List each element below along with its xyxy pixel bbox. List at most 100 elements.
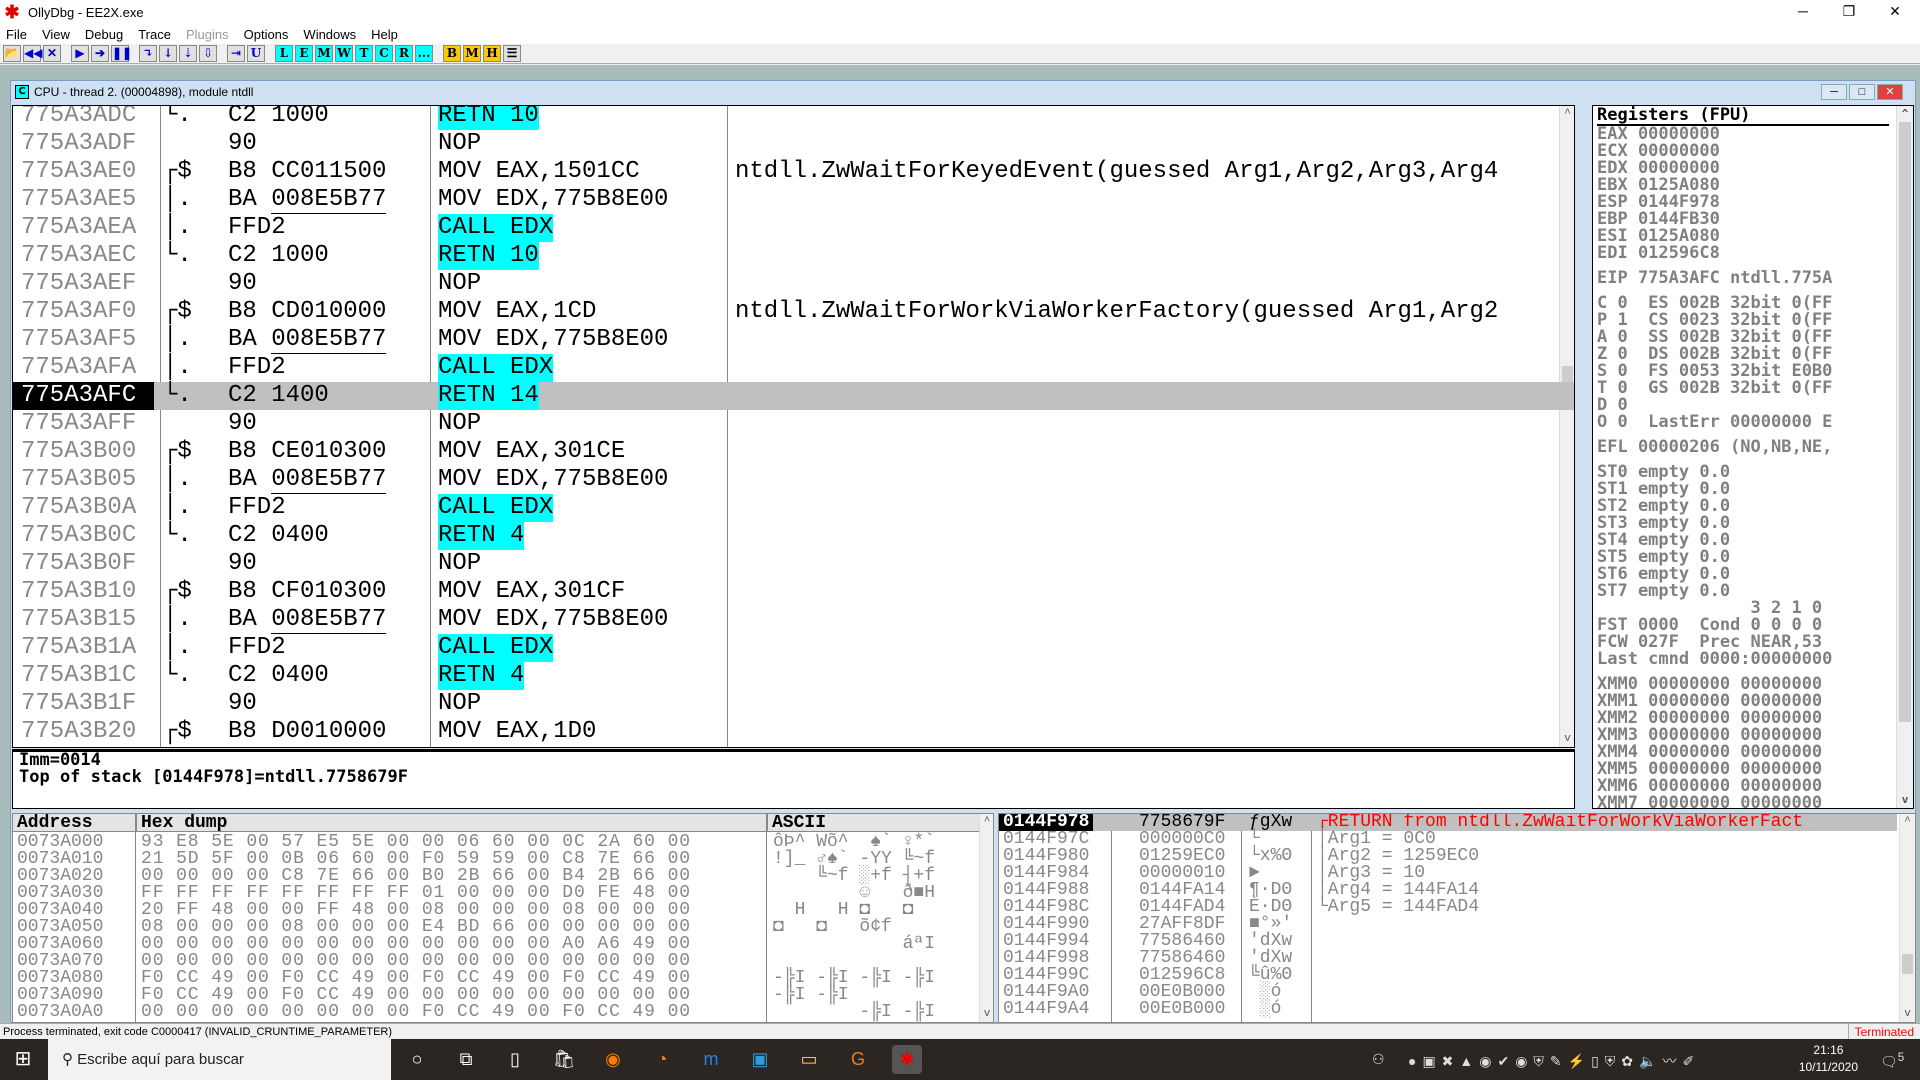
register-line[interactable]: T 0 GS 002B 32bit 0(FF (1597, 380, 1832, 397)
disasm-row[interactable]: 775A3B20 ┌$ B8 D0010000 MOV EAX,1D0 (13, 718, 1574, 746)
window-button-h[interactable]: H (483, 45, 501, 62)
close-button[interactable]: ✕ (1872, 0, 1918, 24)
disasm-row[interactable]: 775A3AFC └. C2 1400 RETN 14 (13, 382, 1574, 410)
window-button-r[interactable]: R (395, 45, 413, 62)
close-button[interactable]: ✕ (43, 45, 61, 62)
task-view-icon[interactable]: ⧉ (451, 1045, 481, 1074)
scroll-up-icon[interactable]: ^ (1897, 106, 1913, 122)
disasm-row[interactable]: 775A3AEC └. C2 1000 RETN 10 (13, 242, 1574, 270)
step-over-button[interactable]: ↓ (159, 45, 177, 62)
window-button-t[interactable]: T (355, 45, 373, 62)
scrollbar-thumb[interactable] (1902, 954, 1913, 974)
stack-pane[interactable]: ^ v 0144F978 7758679F ƒgXw ┌RETURN from ntd… (998, 813, 1916, 1023)
window-button-more[interactable]: ... (415, 45, 433, 62)
scroll-down-icon[interactable]: v (1900, 1006, 1915, 1022)
disasm-row[interactable]: 775A3B05 │. BA 008E5B77 MOV EDX,775B8E00 (13, 466, 1574, 494)
scroll-down-icon[interactable]: v (980, 1006, 993, 1022)
list-button[interactable]: ☰ (503, 45, 521, 62)
execute-till-return-button[interactable]: ⇥ (227, 45, 245, 62)
register-line[interactable]: XMM7 00000000 00000000 (1597, 795, 1822, 809)
disasm-row[interactable]: 775A3ADF 90 NOP (13, 130, 1574, 158)
trace-into-button[interactable]: ⇣ (179, 45, 197, 62)
window-button-b[interactable]: B (443, 45, 461, 62)
register-line[interactable]: O 0 LastErr 00000000 E (1597, 414, 1832, 431)
child-close-button[interactable]: ✕ (1877, 84, 1903, 100)
stack-row[interactable]: 0144F98C 0144FAD4 È·DΘ └Arg5 = 144FAD4 (999, 898, 1897, 916)
stack-row[interactable]: 0144F978 7758679F ƒgXw ┌RETURN from ntdll.Z… (999, 814, 1897, 831)
system-tray-icons[interactable]: ●▣✖▲◉✔◉⛨✎⚡▯⛨✿🔈〰✐ (1408, 1051, 1700, 1071)
stack-row[interactable]: 0144F998 77586460'dXw (999, 949, 1897, 967)
scroll-up-icon[interactable]: ^ (1900, 814, 1915, 830)
open-button[interactable]: 📂 (3, 45, 21, 62)
stack-row[interactable]: 0144F9A4 00E0B000 ░ó (999, 1000, 1897, 1018)
disasm-row[interactable]: 775A3AFF 90 NOP (13, 410, 1574, 438)
run-thread-button[interactable]: ➔ (91, 45, 109, 62)
disasm-row[interactable]: 775A3B0C └. C2 0400 RETN 4 (13, 522, 1574, 550)
musescore-icon[interactable]: m (696, 1045, 726, 1074)
registers-pane[interactable]: Registers (FPU) ^ v EAX 00000000 ECX 0000… (1592, 105, 1914, 809)
disasm-row[interactable]: 775A3B1F 90 NOP (13, 690, 1574, 718)
restore-button[interactable]: ❐ (1826, 0, 1872, 24)
window-button-c[interactable]: C (375, 45, 393, 62)
registers-scrollbar[interactable]: ^ v (1896, 106, 1913, 808)
disasm-row[interactable]: 775A3AE0 ┌$ B8 CC011500 MOV EAX,1501CC ntdll… (13, 158, 1574, 186)
cortana-icon[interactable]: ○ (402, 1045, 432, 1074)
dump-header-address[interactable]: Address (13, 814, 135, 832)
window-button-m[interactable]: M (463, 45, 481, 62)
disasm-row[interactable]: 775A3AFA │. FFD2 CALL EDX (13, 354, 1574, 382)
window-button-w[interactable]: W (335, 45, 353, 62)
disasm-row[interactable]: 775A3ADC └. C2 1000 RETN 10 (13, 106, 1574, 130)
pause-button[interactable]: ❚❚ (111, 45, 132, 62)
disasm-row[interactable]: 775A3AF0 ┌$ B8 CD010000 MOV EAX,1CD ntdll.Zw… (13, 298, 1574, 326)
scroll-up-icon[interactable]: ^ (980, 814, 993, 830)
clock[interactable]: 21:16 10/11/2020 (1799, 1042, 1858, 1076)
scroll-down-icon[interactable]: v (1897, 792, 1913, 808)
disasm-row[interactable]: 775A3AEA │. FFD2 CALL EDX (13, 214, 1574, 242)
disasm-row[interactable]: 775A3AEF 90 NOP (13, 270, 1574, 298)
windows-start-icon[interactable]: ⊞ (0, 1039, 46, 1080)
stack-scrollbar[interactable]: ^ v (1899, 814, 1915, 1022)
register-line[interactable]: Last cmnd 0000:00000000 (1597, 651, 1832, 668)
notepad-icon[interactable]: ▯ (500, 1045, 530, 1074)
memory-dump-pane[interactable]: Address Hex dump ASCII ^ v 0073A000 93 E8… (12, 813, 994, 1023)
disassembly-pane[interactable]: ^ v 775A3ADC └. C2 1000 RETN 10 775A3ADF 90 N… (12, 105, 1575, 748)
disasm-row[interactable]: 775A3B1C └. C2 0400 RETN 4 (13, 662, 1574, 690)
control-panel-icon[interactable]: ▣ (745, 1045, 775, 1074)
disasm-row[interactable]: 775A3B00 ┌$ B8 CE010300 MOV EAX,301CE (13, 438, 1574, 466)
menu-windows[interactable]: Windows (303, 27, 356, 42)
step-into-button[interactable]: ↴ (139, 45, 157, 62)
stack-row[interactable]: 0144F994 77586460'dXw (999, 932, 1897, 950)
disasm-row[interactable]: 775A3AF5 │. BA 008E5B77 MOV EDX,775B8E00 (13, 326, 1574, 354)
minimize-button[interactable]: ─ (1780, 0, 1826, 24)
registers-header[interactable]: Registers (FPU) (1597, 106, 1889, 126)
register-line[interactable]: EDI 012596C8 (1597, 245, 1720, 262)
menu-help[interactable]: Help (371, 27, 398, 42)
disasm-row[interactable]: 775A3B0F 90 NOP (13, 550, 1574, 578)
dump-scrollbar[interactable]: ^ v (979, 814, 993, 1022)
disasm-row[interactable]: 775A3B10 ┌$ B8 CF010300 MOV EAX,301CF (13, 578, 1574, 606)
blender-icon[interactable]: ◔ (647, 1045, 677, 1074)
menu-view[interactable]: View (42, 27, 70, 42)
scrollbar-thumb[interactable] (1899, 122, 1911, 722)
notifications-icon[interactable]: 🗨5 (1880, 1051, 1904, 1071)
people-icon[interactable]: ⚇ (1372, 1051, 1385, 1068)
stack-row[interactable]: 0144F990 27AFF8DF ■°»' (999, 915, 1897, 933)
stack-row[interactable]: 0144F9A0 00E0B000 ░ó (999, 983, 1897, 1001)
disasm-row[interactable]: 775A3B1A │. FFD2 CALL EDX (13, 634, 1574, 662)
menu-options[interactable]: Options (244, 27, 289, 42)
execute-till-user-code-button[interactable]: U (247, 45, 265, 62)
trace-over-button[interactable]: ⇩ (199, 45, 217, 62)
menu-trace[interactable]: Trace (138, 27, 171, 42)
child-minimize-button[interactable]: ─ (1821, 84, 1847, 100)
window-button-l[interactable]: L (275, 45, 293, 62)
dump-header-hex[interactable]: Hex dump (136, 814, 766, 832)
disasm-row[interactable]: 775A3B15 │. BA 008E5B77 MOV EDX,775B8E00 (13, 606, 1574, 634)
run-button[interactable]: ▶ (71, 45, 89, 62)
ollydbg-icon[interactable]: ✱ (892, 1045, 922, 1074)
window-button-e[interactable]: E (295, 45, 313, 62)
file-explorer-icon[interactable]: ▭ (794, 1045, 824, 1074)
register-line[interactable]: EFL 00000206 (NO,NB,NE, (1597, 439, 1832, 456)
store-icon[interactable]: 🛍 (549, 1045, 579, 1074)
stack-row[interactable]: 0144F980 01259EC0 └x%Θ │Arg2 = 1259EC0 (999, 847, 1897, 865)
disasm-row[interactable]: 775A3AE5 │. BA 008E5B77 MOV EDX,775B8E00 (13, 186, 1574, 214)
